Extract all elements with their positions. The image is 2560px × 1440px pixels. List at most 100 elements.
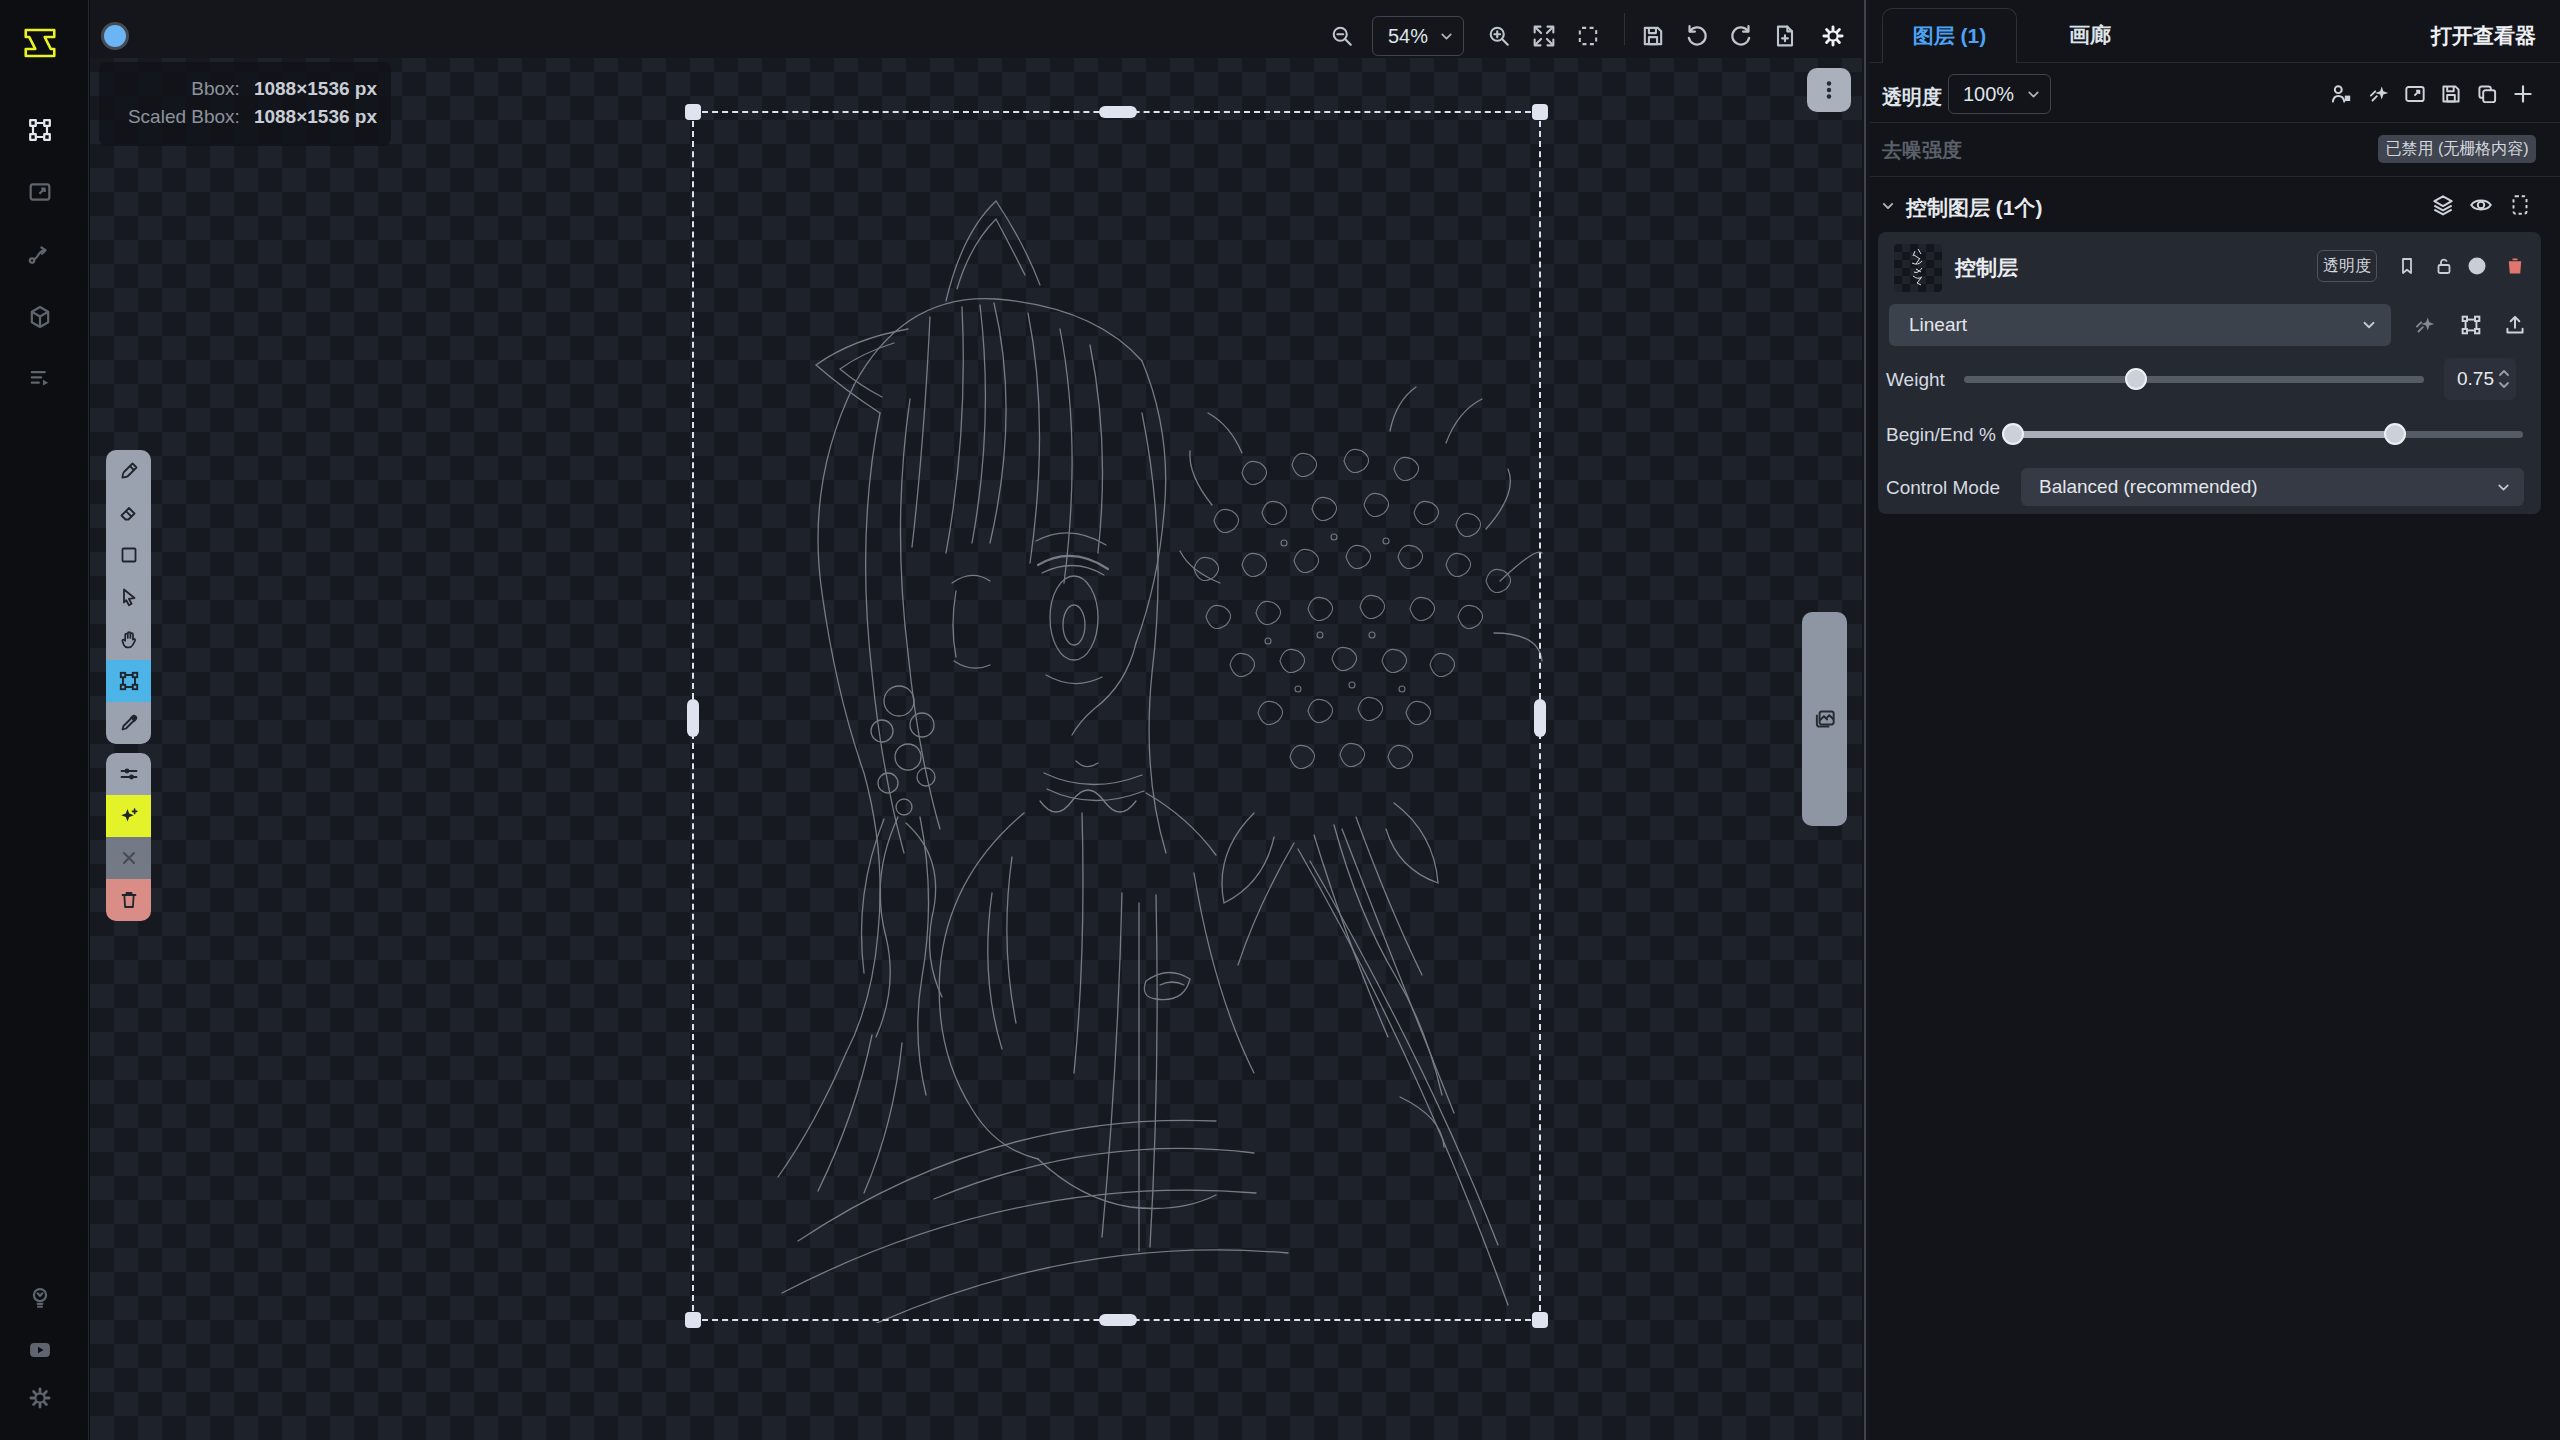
control-layer-card[interactable]: 控制层 透明度 Lineart Weight 0.75 Begin/End % xyxy=(1878,232,2541,514)
fit-bbox-icon[interactable] xyxy=(1574,22,1602,50)
opacity-select[interactable]: 100% xyxy=(1948,74,2051,114)
delete-button[interactable] xyxy=(106,879,151,921)
select-tool-button[interactable] xyxy=(106,576,151,618)
process-star-icon[interactable] xyxy=(2366,81,2392,107)
raster-frame-icon[interactable] xyxy=(2507,192,2533,218)
brush-tool-button[interactable] xyxy=(106,450,151,492)
generate-sparkle-button[interactable] xyxy=(106,795,151,837)
zoom-in-icon[interactable] xyxy=(1485,22,1513,50)
scaled-bbox-value: 1088×1536 px xyxy=(254,103,377,131)
open-viewer-link[interactable]: 打开查看器 xyxy=(2431,22,2536,50)
bbox-handle-top[interactable] xyxy=(1099,106,1137,118)
layer-thumbnail[interactable] xyxy=(1894,244,1942,292)
add-layer-icon[interactable] xyxy=(2510,81,2536,107)
weight-label: Weight xyxy=(1886,369,1945,391)
unlock-icon[interactable] xyxy=(2432,254,2456,278)
begin-end-slider-range xyxy=(2013,431,2395,438)
tab-gallery[interactable]: 画廊 xyxy=(2025,8,2155,62)
undo-icon[interactable] xyxy=(1683,22,1711,50)
fit-view-icon[interactable] xyxy=(1530,22,1558,50)
rail-upscale-tab-icon[interactable] xyxy=(26,178,54,206)
zoom-level-select[interactable]: 54% xyxy=(1372,16,1464,56)
toolbar-divider xyxy=(1624,13,1625,45)
weight-slider-track[interactable] xyxy=(1964,376,2424,383)
bbox-handle-bottom[interactable] xyxy=(1099,1314,1137,1326)
bookmark-icon[interactable] xyxy=(2395,254,2419,278)
begin-end-label: Begin/End % xyxy=(1886,424,1996,446)
save-to-gallery-icon[interactable] xyxy=(1771,22,1799,50)
generation-bbox[interactable] xyxy=(692,111,1541,1321)
redo-icon[interactable] xyxy=(1727,22,1755,50)
chevron-down-icon xyxy=(1438,28,1455,45)
bbox-handle-top-left[interactable] xyxy=(685,104,701,120)
weight-value-box[interactable]: 0.75 xyxy=(2444,358,2516,400)
rect-tool-button[interactable] xyxy=(106,534,151,576)
bbox-handle-left[interactable] xyxy=(687,699,699,737)
opacity-value: 100% xyxy=(1963,83,2014,106)
staging-status-dot[interactable] xyxy=(101,22,129,50)
cancel-button[interactable] xyxy=(106,837,151,879)
eyedropper-tool-button[interactable] xyxy=(106,702,151,744)
visibility-eye-icon[interactable] xyxy=(2468,192,2494,218)
tab-layers[interactable]: 图层 (1) xyxy=(1882,8,2017,63)
chevron-down-icon xyxy=(2360,316,2378,334)
resize-frame-icon[interactable] xyxy=(2402,81,2428,107)
layer-opacity-badge-label: 透明度 xyxy=(2323,256,2371,277)
zoom-out-icon[interactable] xyxy=(1328,22,1356,50)
layer-transform-icon[interactable] xyxy=(2458,312,2484,338)
control-mode-select[interactable]: Balanced (recommended) xyxy=(2021,468,2524,506)
stepper-arrows-icon[interactable] xyxy=(2497,365,2511,393)
color-circle-icon[interactable] xyxy=(2465,254,2489,278)
bbox-handle-bottom-right[interactable] xyxy=(1532,1312,1548,1328)
canvas-settings-gear-icon[interactable] xyxy=(1819,22,1847,50)
invoke-logo-icon[interactable] xyxy=(21,24,59,62)
rail-queue-tab-icon[interactable] xyxy=(26,364,54,392)
bbox-handle-bottom-left[interactable] xyxy=(685,1312,701,1328)
bbox-handle-top-right[interactable] xyxy=(1532,104,1548,120)
rail-workflows-tab-icon[interactable] xyxy=(26,241,54,269)
begin-slider-handle[interactable] xyxy=(2002,423,2024,445)
collapse-chevron-icon[interactable] xyxy=(1878,196,1898,216)
settings-gear-icon[interactable] xyxy=(26,1384,54,1412)
denoise-label: 去噪强度 xyxy=(1882,137,1962,164)
right-panel: 图层 (1) 画廊 打开查看器 透明度 100% 去噪强度 已禁用 (无栅格内容… xyxy=(1870,0,2560,1440)
layer-title: 控制层 xyxy=(1955,254,2018,282)
eraser-tool-button[interactable] xyxy=(106,492,151,534)
pan-tool-button[interactable] xyxy=(106,618,151,660)
end-slider-handle[interactable] xyxy=(2384,423,2406,445)
app-rail xyxy=(0,0,89,1440)
denoise-badge-label: 已禁用 (无栅格内容) xyxy=(2385,139,2528,160)
opacity-label: 透明度 xyxy=(1882,84,1942,111)
delete-layer-icon[interactable] xyxy=(2503,254,2527,278)
denoise-disabled-badge: 已禁用 (无栅格内容) xyxy=(2378,135,2536,163)
canvas-area[interactable]: 54% Bbox:1088×1536 px Scaled Bbox:1088×1… xyxy=(90,0,1862,1440)
youtube-icon[interactable] xyxy=(26,1336,54,1364)
scaled-bbox-label: Scaled Bbox: xyxy=(128,103,240,131)
bbox-tool-button[interactable] xyxy=(106,660,151,702)
tips-bulb-icon[interactable] xyxy=(26,1284,54,1312)
model-select[interactable]: Lineart xyxy=(1889,304,2391,346)
tab-layers-label: 图层 (1) xyxy=(1913,22,1987,50)
layers-stack-icon[interactable] xyxy=(2430,192,2456,218)
tool-group-actions xyxy=(106,753,151,921)
save-layer-icon[interactable] xyxy=(2438,81,2464,107)
gallery-image-icon xyxy=(1812,706,1838,732)
filters-button[interactable] xyxy=(106,753,151,795)
rail-models-tab-icon[interactable] xyxy=(26,303,54,331)
rail-canvas-tab-icon[interactable] xyxy=(26,116,54,144)
panel-resize-handle[interactable] xyxy=(1864,0,1866,1440)
layer-opacity-badge[interactable]: 透明度 xyxy=(2317,250,2377,282)
duplicate-icon[interactable] xyxy=(2474,81,2500,107)
canvas-menu-button[interactable] xyxy=(1807,68,1851,112)
bbox-handle-right[interactable] xyxy=(1534,699,1546,737)
layer-export-icon[interactable] xyxy=(2502,312,2528,338)
save-icon[interactable] xyxy=(1639,22,1667,50)
gallery-drawer-handle[interactable] xyxy=(1802,612,1847,826)
zoom-level-value: 54% xyxy=(1388,25,1428,48)
control-layers-header: 控制图层 (1个) xyxy=(1906,194,2043,222)
weight-slider-handle[interactable] xyxy=(2125,368,2147,390)
merge-layers-icon[interactable] xyxy=(2328,81,2354,107)
model-select-value: Lineart xyxy=(1909,314,1967,336)
tool-group-main xyxy=(106,450,151,744)
layer-process-star-icon[interactable] xyxy=(2412,312,2438,338)
